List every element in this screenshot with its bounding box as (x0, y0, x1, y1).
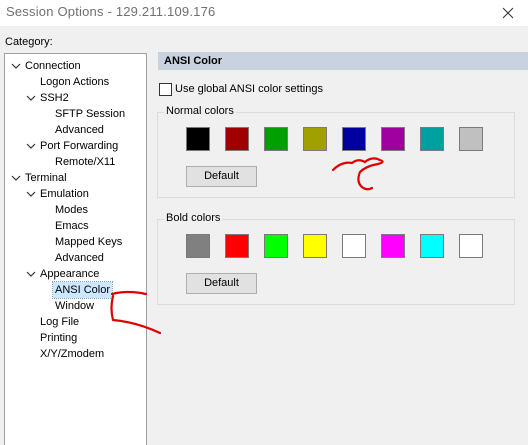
annotation-stroke (110, 294, 162, 335)
red-annotation-marks (110, 157, 384, 335)
annotation-stroke (110, 290, 148, 296)
annotation-stroke (331, 157, 384, 191)
